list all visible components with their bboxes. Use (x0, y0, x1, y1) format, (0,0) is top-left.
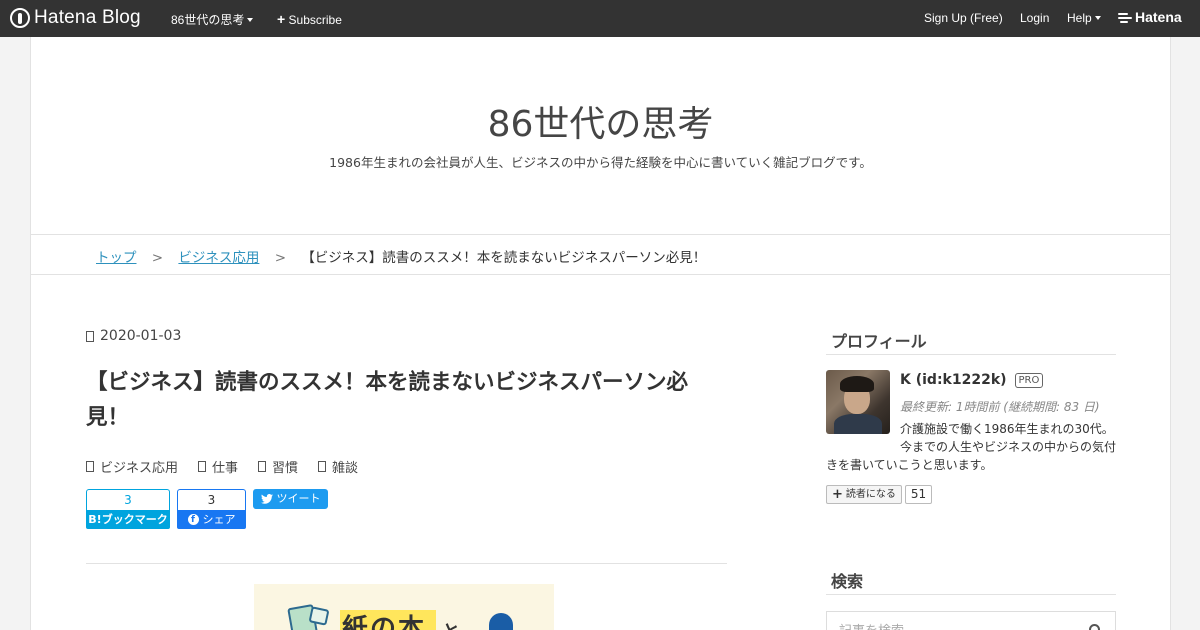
search-input[interactable] (827, 612, 1077, 630)
hatena-brand-label: Hatena (1135, 9, 1182, 25)
folder-icon (86, 461, 94, 472)
folder-icon (318, 461, 327, 472)
blog-container: 86世代の思考 1986年生まれの会社員が人生、ビジネスの中から得た経験を中心に… (30, 37, 1171, 630)
hatena-brand-link[interactable]: Hatena (1118, 9, 1182, 25)
facebook-share-count: 3 (177, 489, 246, 510)
profile-description-line2: 今までの人生やビジネスの中からの気付きを書いていこうと思います。 (826, 440, 1117, 472)
hatena-bookmark-label: B!ブックマーク (86, 510, 170, 529)
login-link[interactable]: Login (1020, 11, 1049, 25)
become-reader-button[interactable]: + 読者になる (826, 485, 902, 504)
category-label: ビジネス応用 (100, 461, 179, 476)
hatena-blog-logo[interactable]: Hatena Blog (10, 7, 141, 29)
avatar[interactable] (826, 370, 890, 434)
entry-date-text: 2020-01-03 (100, 328, 182, 344)
entry-date[interactable]: 2020-01-03 (86, 328, 181, 344)
folder-icon (258, 461, 267, 472)
breadcrumb: トップ > ビジネス応用 > 【ビジネス】読書のススメ！本を読まないビジネスパー… (96, 246, 706, 266)
blog-menu-dropdown[interactable]: 86世代の思考 (171, 11, 254, 28)
breadcrumb-separator: > (151, 250, 164, 266)
eyecatch-title: 紙の本 (342, 614, 427, 630)
profile-last-updated: 最終更新: 1時間前 (継続期間: 83 日) (900, 400, 1100, 414)
hatena-bookmark-button[interactable]: 3 B!ブックマーク (86, 489, 170, 529)
entry-eyecatch-image: 紙の本 と (254, 584, 554, 630)
become-reader-label: 読者になる (845, 489, 896, 500)
search-form (826, 611, 1116, 630)
profile-heading: プロフィール (831, 332, 927, 351)
folder-icon (198, 461, 207, 472)
breadcrumb-separator: > (274, 250, 287, 266)
plus-icon: + (277, 11, 286, 27)
facebook-share-label: シェア (202, 513, 236, 526)
tweet-button[interactable]: ツイート (253, 489, 328, 509)
hatena-bookmark-count: 3 (86, 489, 170, 510)
global-header: Hatena Blog 86世代の思考 + Subscribe Sign Up … (0, 0, 1200, 37)
calendar-icon (86, 330, 94, 342)
breadcrumb-category-link[interactable]: ビジネス応用 (178, 250, 259, 266)
profile-description-line1: 介護施設で働く1986年生まれの30代。 (900, 422, 1114, 436)
category-label: 雑談 (332, 461, 359, 476)
logo-text: Hatena Blog (34, 7, 141, 28)
money-illustration (308, 606, 330, 626)
blog-description: 1986年生まれの会社員が人生、ビジネスの中から得た経験を中心に書いていく雑記ブ… (329, 155, 872, 170)
category-link[interactable]: 習慣 (258, 457, 298, 476)
breadcrumb-current: 【ビジネス】読書のススメ！本を読まないビジネスパーソン必見！ (301, 250, 707, 266)
profile-name-text: K (id:k1222k) (900, 372, 1007, 388)
category-link[interactable]: 仕事 (198, 457, 238, 476)
search-icon[interactable] (1089, 624, 1100, 630)
signup-link[interactable]: Sign Up (Free) (924, 11, 1003, 25)
subscribe-label: Subscribe (288, 13, 342, 27)
hatena-mark-icon (1118, 12, 1132, 23)
plus-icon: + (832, 487, 843, 502)
chevron-down-icon (247, 18, 254, 22)
entry-divider (86, 563, 727, 564)
pro-badge: PRO (1014, 372, 1044, 388)
help-label: Help (1067, 11, 1092, 25)
profile-name[interactable]: K (id:k1222k) PRO (900, 372, 1044, 388)
category-link[interactable]: ビジネス応用 (86, 457, 178, 476)
profile-heading-rule (826, 354, 1116, 355)
hatena-logo-icon (10, 8, 30, 28)
category-label: 習慣 (272, 461, 299, 476)
category-label: 仕事 (212, 461, 239, 476)
blog-title[interactable]: 86世代の思考 (31, 95, 1170, 147)
subscribe-reader: + 読者になる 51 (826, 485, 933, 504)
breadcrumb-home-link[interactable]: トップ (96, 250, 137, 266)
reader-count: 51 (904, 485, 933, 504)
blog-menu-label: 86世代の思考 (171, 13, 245, 27)
facebook-share-button[interactable]: 3 f シェア (177, 489, 246, 529)
help-dropdown[interactable]: Help (1067, 11, 1101, 25)
eyecatch-particle: と (442, 618, 460, 630)
search-heading: 検索 (831, 572, 864, 591)
facebook-share-label-wrap: f シェア (177, 510, 246, 529)
entry-title[interactable]: 【ビジネス】読書のススメ！本を読まないビジネスパーソン必見！ (86, 365, 716, 435)
mascot-illustration (489, 613, 513, 630)
category-link[interactable]: 雑談 (318, 457, 358, 476)
entry-categories: ビジネス応用 仕事 習慣 雑談 (86, 457, 358, 476)
search-heading-rule (826, 594, 1116, 595)
breadcrumb-bar: トップ > ビジネス応用 > 【ビジネス】読書のススメ！本を読まないビジネスパー… (31, 234, 1170, 275)
subscribe-button[interactable]: + Subscribe (277, 11, 342, 27)
share-buttons: 3 B!ブックマーク 3 f シェア ツイート (86, 489, 328, 529)
facebook-icon: f (187, 514, 199, 525)
twitter-bird-icon (260, 494, 273, 504)
chevron-down-icon (1094, 16, 1101, 20)
tweet-label: ツイート (276, 492, 321, 505)
